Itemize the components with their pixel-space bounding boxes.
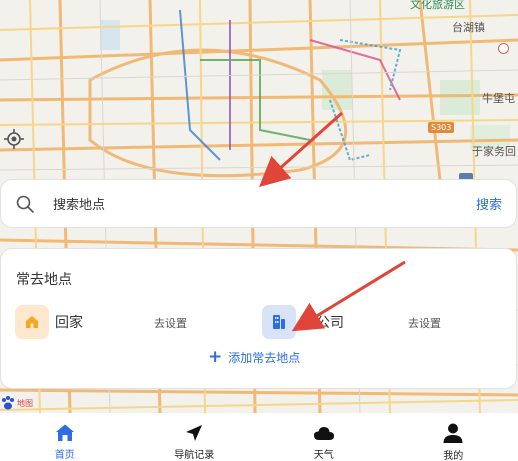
map-label-yu-jia-wu: 于家务回: [472, 145, 516, 158]
search-bar[interactable]: 搜索地点 搜索: [0, 179, 517, 228]
home-set-button[interactable]: 去设置: [154, 315, 187, 331]
navigation-icon: [183, 422, 205, 443]
road-badge-s303: S303: [428, 122, 455, 133]
map-label-scenic-area: 文化旅游区: [410, 0, 465, 11]
tab-weather-label: 天气: [313, 450, 334, 461]
home-icon: [54, 422, 76, 443]
tab-navigation-history-label: 导航记录: [174, 450, 215, 461]
person-icon: [442, 422, 464, 444]
building-icon: [262, 305, 296, 339]
frequent-places-title: 常去地点: [16, 272, 72, 288]
tab-navigation-history[interactable]: 导航记录: [130, 413, 260, 461]
baidu-map-logo: 地图: [0, 395, 33, 411]
home-icon: [15, 305, 49, 339]
search-icon: [16, 195, 34, 213]
company-place-item[interactable]: 去公司 去设置: [262, 305, 441, 339]
map-label-tai-hu-zhen: 台湖镇: [452, 21, 485, 34]
tab-profile-label: 我的: [443, 451, 464, 461]
search-button[interactable]: 搜索: [476, 194, 502, 213]
map-poi-marker[interactable]: [498, 43, 509, 54]
locate-button[interactable]: [3, 128, 25, 150]
map-label-niu-bao-tun: 牛堡屯: [482, 92, 515, 105]
add-frequent-place-label: 添加常去地点: [228, 351, 301, 365]
home-place-name: 回家: [55, 315, 83, 331]
plus-icon: +: [208, 347, 223, 367]
tab-weather[interactable]: 天气: [259, 413, 389, 461]
cloud-icon: [313, 422, 335, 443]
home-place-item[interactable]: 回家 去设置: [15, 305, 187, 339]
tab-profile[interactable]: 我的: [389, 413, 518, 461]
frequent-places-card: 常去地点 回家 去设置 去公司 去设置 + 添加常去地点: [0, 248, 517, 389]
add-frequent-place-button[interactable]: + 添加常去地点: [208, 349, 300, 366]
company-place-name: 去公司: [302, 315, 344, 331]
tab-home-label: 首页: [54, 450, 75, 461]
paw-icon: [2, 396, 14, 410]
crosshair-icon: [4, 129, 24, 149]
logo-text: 地图: [17, 398, 33, 408]
tab-home[interactable]: 首页: [0, 413, 130, 461]
company-set-button[interactable]: 去设置: [408, 315, 441, 331]
bottom-tab-bar: 首页 导航记录 天气 我的: [0, 413, 518, 461]
search-input[interactable]: 搜索地点: [53, 194, 476, 213]
